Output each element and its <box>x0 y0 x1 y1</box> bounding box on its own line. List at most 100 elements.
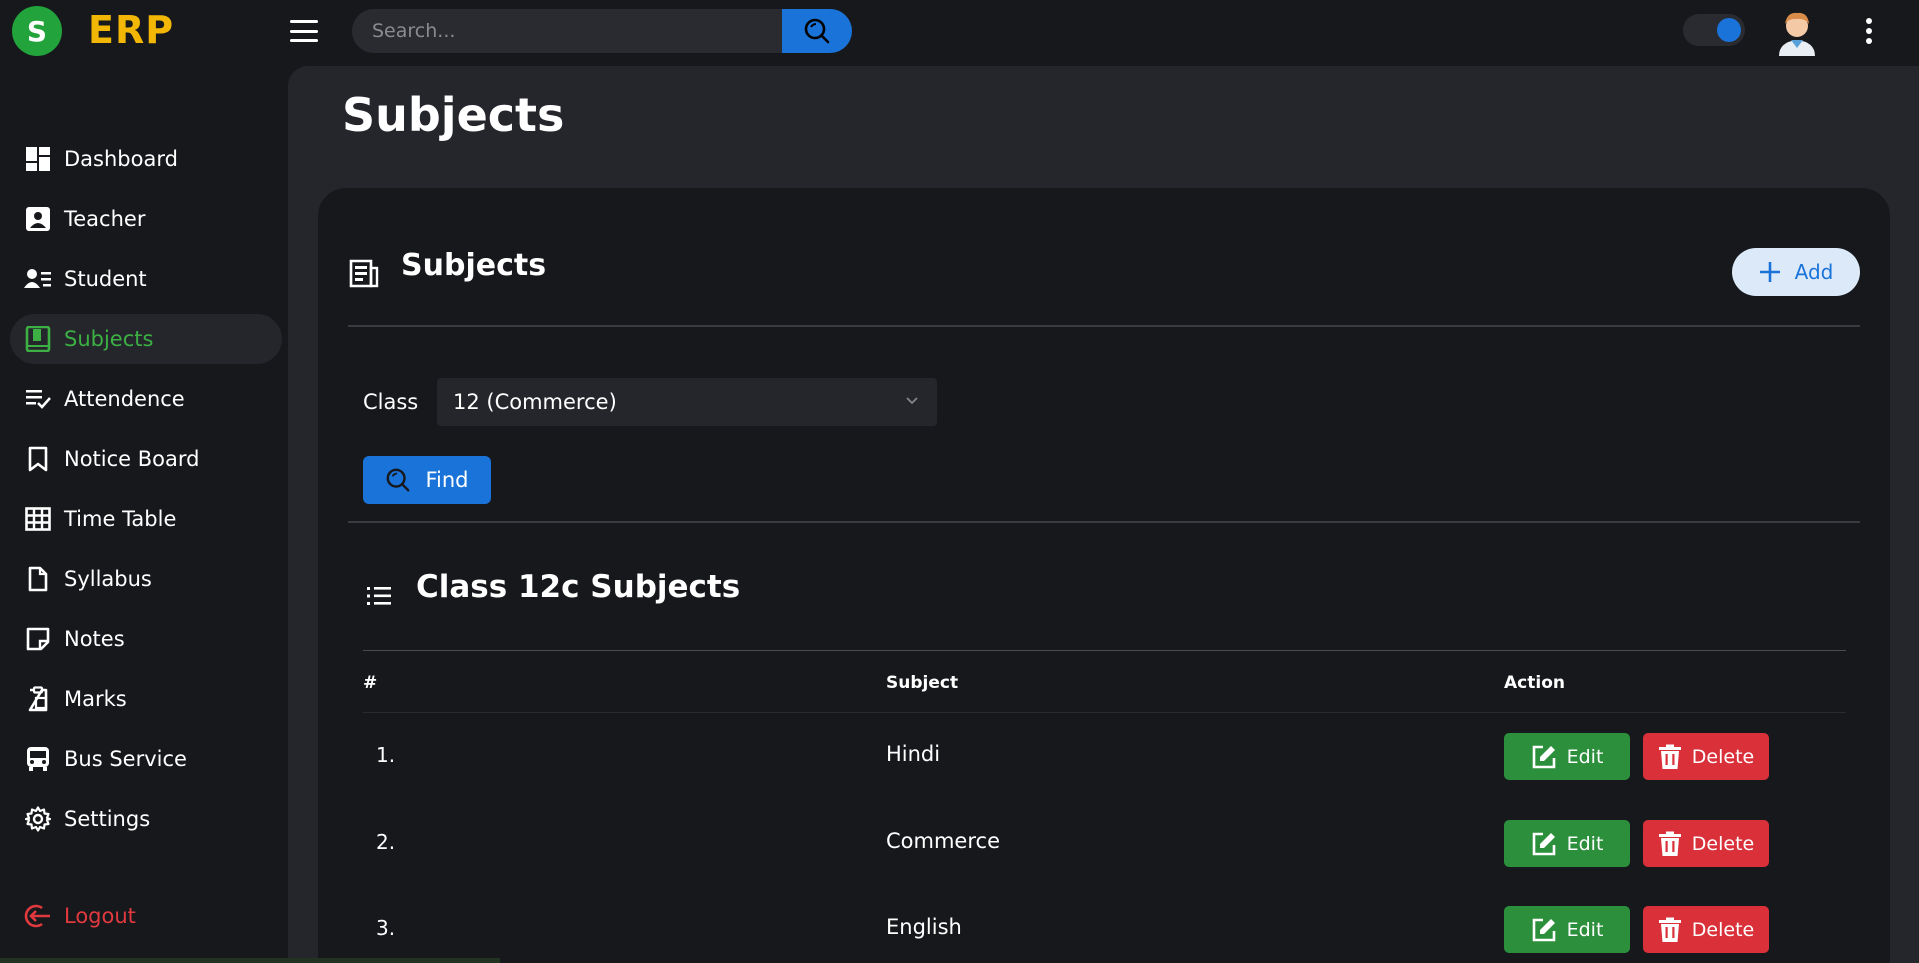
sidebar-item-label: Notes <box>64 627 125 651</box>
edit-button[interactable]: Edit <box>1504 820 1630 867</box>
delete-button[interactable]: Delete <box>1643 733 1769 780</box>
sidebar-item-teacher[interactable]: Teacher <box>10 194 282 244</box>
sidebar-item-subjects[interactable]: Subjects <box>10 314 282 364</box>
brand-name: ERP <box>88 8 175 52</box>
document-list-icon <box>349 259 379 288</box>
sidebar-item-attendence[interactable]: Attendence <box>10 374 282 424</box>
class-select[interactable]: 12 (Commerce) <box>437 378 937 426</box>
student-icon <box>24 265 52 293</box>
list-icon <box>367 587 391 605</box>
find-label: Find <box>425 468 469 492</box>
grid-icon <box>24 505 52 533</box>
column-header-number: # <box>363 673 378 693</box>
sidebar-item-time-table[interactable]: Time Table <box>10 494 282 544</box>
sidebar-item-label: Syllabus <box>64 567 152 591</box>
top-bar: S ERP <box>0 0 1919 64</box>
clipboard-icon <box>24 685 52 713</box>
row-number: 2. <box>376 830 396 854</box>
divider <box>363 650 1846 651</box>
logout-button[interactable]: Logout <box>10 891 282 941</box>
sidebar-item-student[interactable]: Student <box>10 254 282 304</box>
find-button[interactable]: Find <box>363 456 491 504</box>
sidebar-item-label: Notice Board <box>64 447 200 471</box>
logo-letter: S <box>26 14 48 48</box>
sidebar-item-label: Dashboard <box>64 147 178 171</box>
sidebar-item-label: Settings <box>64 807 151 831</box>
avatar[interactable] <box>1775 8 1819 56</box>
divider <box>348 325 1860 327</box>
sidebar-item-label: Teacher <box>64 207 146 231</box>
file-icon <box>24 565 52 593</box>
list-title: Class 12c Subjects <box>416 569 741 605</box>
chevron-down-icon <box>906 397 918 405</box>
logo-icon: S <box>12 6 62 56</box>
divider <box>363 712 1846 713</box>
delete-button[interactable]: Delete <box>1643 820 1769 867</box>
main-content: Subjects Subjects Add Class 12 (Commerce… <box>288 66 1919 963</box>
edit-icon <box>1532 745 1555 768</box>
delete-label: Delete <box>1691 832 1755 855</box>
column-header-subject: Subject <box>886 673 959 693</box>
sidebar-item-notice-board[interactable]: Notice Board <box>10 434 282 484</box>
trash-icon <box>1658 917 1681 942</box>
sidebar-item-notes[interactable]: Notes <box>10 614 282 664</box>
search-input[interactable] <box>352 9 782 53</box>
sidebar-item-label: Time Table <box>64 507 177 531</box>
sidebar-item-syllabus[interactable]: Syllabus <box>10 554 282 604</box>
row-subject: Commerce <box>886 829 1000 853</box>
bus-icon <box>24 745 52 773</box>
delete-label: Delete <box>1691 745 1755 768</box>
subjects-card: Subjects Add Class 12 (Commerce) Find Cl… <box>318 188 1890 963</box>
class-label: Class <box>363 390 419 414</box>
row-subject: English <box>886 915 962 939</box>
row-subject: Hindi <box>886 742 941 766</box>
card-title: Subjects <box>401 248 547 283</box>
sidebar-item-settings[interactable]: Settings <box>10 794 282 844</box>
edit-button[interactable]: Edit <box>1504 733 1630 780</box>
search-button[interactable] <box>782 9 852 53</box>
page-title: Subjects <box>342 88 565 142</box>
theme-toggle[interactable] <box>1683 14 1745 46</box>
gear-icon <box>24 805 52 833</box>
sidebar-item-label: Bus Service <box>64 747 187 771</box>
subjects-icon <box>24 325 52 353</box>
edit-button[interactable]: Edit <box>1504 906 1630 953</box>
edit-icon <box>1532 918 1555 941</box>
plus-icon <box>1759 262 1780 282</box>
bottom-strip <box>0 958 500 963</box>
sidebar-item-marks[interactable]: Marks <box>10 674 282 724</box>
row-number: 1. <box>376 743 396 767</box>
logout-icon <box>24 902 52 930</box>
trash-icon <box>1658 744 1681 769</box>
attendance-icon <box>24 385 52 413</box>
column-header-action: Action <box>1504 673 1565 693</box>
sidebar-item-bus-service[interactable]: Bus Service <box>10 734 282 784</box>
search-bar <box>352 9 852 53</box>
sidebar-item-label: Student <box>64 267 147 291</box>
search-icon <box>387 468 410 492</box>
bookmark-icon <box>24 445 52 473</box>
delete-button[interactable]: Delete <box>1643 906 1769 953</box>
edit-label: Edit <box>1566 745 1604 768</box>
sidebar-item-label: Attendence <box>64 387 185 411</box>
logout-label: Logout <box>64 904 136 928</box>
edit-label: Edit <box>1566 918 1604 941</box>
more-options-icon[interactable] <box>1864 18 1874 44</box>
sidebar-item-dashboard[interactable]: Dashboard <box>10 134 282 184</box>
dashboard-icon <box>24 145 52 173</box>
menu-icon[interactable] <box>290 20 318 42</box>
row-number: 3. <box>376 916 396 940</box>
delete-label: Delete <box>1691 918 1755 941</box>
add-button[interactable]: Add <box>1732 248 1860 296</box>
add-label: Add <box>1794 260 1834 284</box>
edit-icon <box>1532 832 1555 855</box>
user-avatar-icon <box>1779 12 1815 56</box>
sidebar-item-label: Marks <box>64 687 127 711</box>
edit-label: Edit <box>1566 832 1604 855</box>
divider <box>348 521 1860 523</box>
toggle-knob <box>1717 18 1741 42</box>
teacher-icon <box>24 205 52 233</box>
trash-icon <box>1658 831 1681 856</box>
sidebar-item-label: Subjects <box>64 327 154 351</box>
search-icon <box>804 18 830 44</box>
